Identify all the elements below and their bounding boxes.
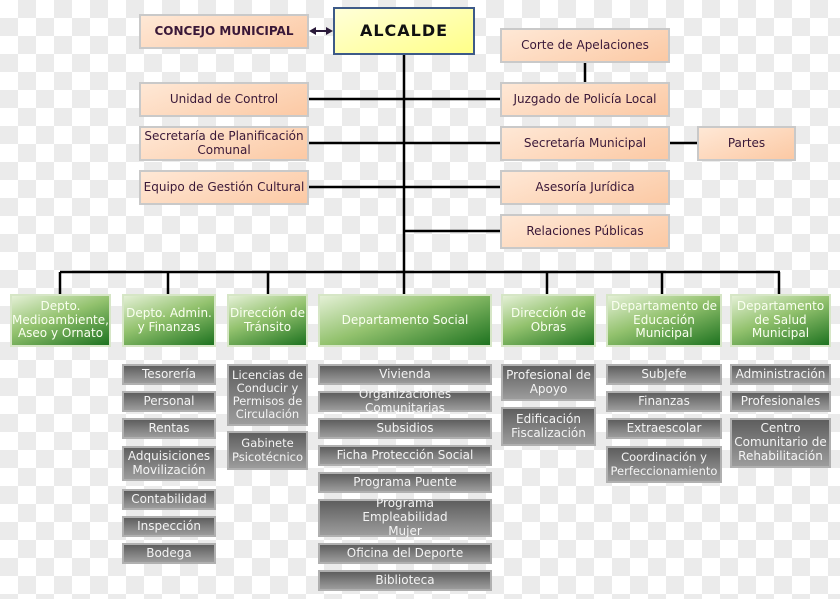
department-box: Departamento de Salud Municipal <box>730 294 831 347</box>
staff-equipo-gestion-cultural: Equipo de Gestión Cultural <box>139 170 309 205</box>
staff-secretaria-planificacion: Secretaría de Planificación Comunal <box>139 126 309 161</box>
council-box: CONCEJO MUNICIPAL <box>139 14 309 49</box>
unit-box: Adquisiciones Movilización <box>122 446 216 481</box>
unit-box: Extraescolar <box>606 418 722 439</box>
department-box: Dirección de Obras <box>501 294 596 347</box>
unit-box: Programa Empleabilidad Mujer <box>318 496 492 538</box>
unit-box: Profesionales <box>730 391 831 412</box>
department-box: Depto. Medioambiente, Aseo y Ornato <box>10 294 111 347</box>
department-box: Departamento Social <box>318 294 492 347</box>
unit-box: Subsidios <box>318 418 492 439</box>
department-box: Depto. Admin. y Finanzas <box>122 294 216 347</box>
department-box: Dirección de Tránsito <box>227 294 308 347</box>
unit-box: Oficina del Deporte <box>318 543 492 564</box>
unit-box: Administración <box>730 364 831 385</box>
unit-box: Licencias de Conducir y Permisos de Circ… <box>227 364 308 426</box>
unit-box: Tesorería <box>122 364 216 385</box>
unit-box: Ficha Protección Social <box>318 445 492 466</box>
unit-box: Organizaciones Comunitarias <box>318 387 492 414</box>
unit-box: Coordinación y Perfeccionamiento <box>606 446 722 483</box>
staff-unidad-control: Unidad de Control <box>139 82 309 117</box>
unit-box: Biblioteca <box>318 570 492 591</box>
corte-apelaciones-box: Corte de Apelaciones <box>500 28 670 63</box>
unit-box: Finanzas <box>606 391 722 412</box>
unit-box: SubJefe <box>606 364 722 385</box>
relaciones-publicas-box: Relaciones Públicas <box>500 214 670 249</box>
mayor-box: ALCALDE <box>333 7 475 55</box>
unit-box: Contabilidad <box>122 489 216 510</box>
unit-box: Edificación Fiscalización <box>501 407 596 446</box>
unit-box: Gabinete Psicotécnico <box>227 431 308 470</box>
partes-box: Partes <box>697 126 796 161</box>
asesoria-juridica-box: Asesoría Jurídica <box>500 170 670 205</box>
juzgado-policia-box: Juzgado de Policía Local <box>500 82 670 117</box>
unit-box: Bodega <box>122 543 216 564</box>
unit-box: Personal <box>122 391 216 412</box>
unit-box: Vivienda <box>318 364 492 385</box>
unit-box: Profesional de Apoyo <box>501 364 596 401</box>
unit-box: Programa Puente <box>318 472 492 493</box>
unit-box: Rentas <box>122 418 216 439</box>
unit-box: Centro Comunitario de Rehabilitación <box>730 418 831 468</box>
secretaria-municipal-box: Secretaría Municipal <box>500 126 670 161</box>
department-box: Departamento de Educación Municipal <box>606 294 722 347</box>
unit-box: Inspección <box>122 516 216 537</box>
